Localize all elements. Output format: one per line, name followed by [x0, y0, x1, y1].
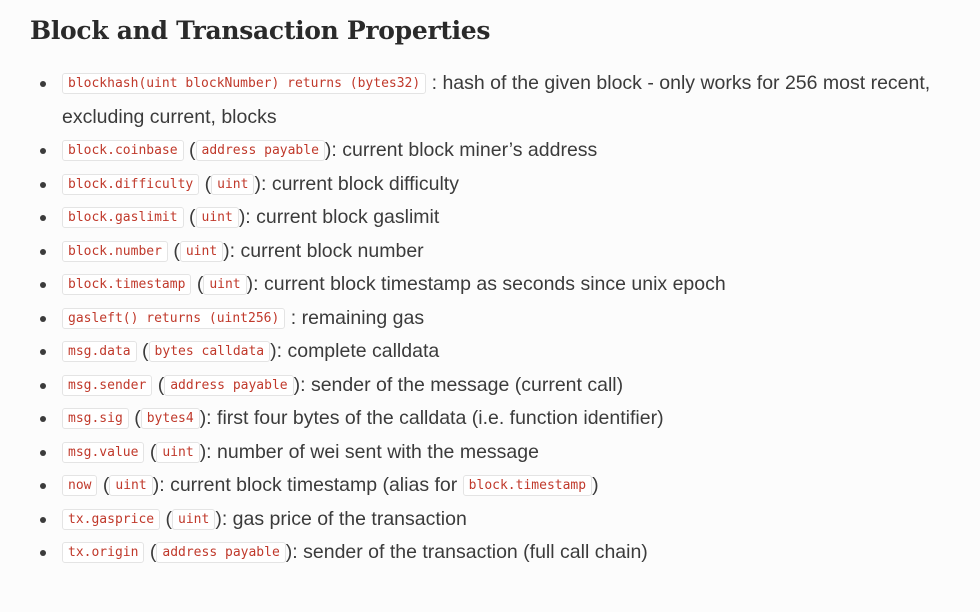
type-badge: address payable [164, 374, 294, 396]
list-item: msg.data (bytes calldata): complete call… [30, 335, 960, 369]
type-badge: uint [109, 475, 153, 496]
item-description: current block difficulty [271, 172, 459, 195]
type-badge: uint [172, 508, 216, 530]
type-badge: uint [179, 240, 224, 262]
code-block-timestamp-ref: block.timestamp [462, 475, 593, 496]
type-badge: uint [156, 441, 200, 463]
item-description: current block number [240, 239, 424, 262]
type-badge: uint [203, 274, 247, 295]
item-description: current block timestamp as seconds since… [263, 273, 726, 295]
list-item: msg.sender (address payable): sender of … [30, 369, 960, 403]
code-block-gaslimit: block.gaslimit [62, 207, 184, 228]
item-description: complete calldata [287, 340, 440, 362]
list-item: block.timestamp (uint): current block ti… [30, 268, 960, 302]
code-block-coinbase: block.coinbase [62, 140, 184, 161]
type-badge: address payable [156, 542, 286, 563]
list-item: block.number (uint): current block numbe… [30, 235, 960, 269]
item-description: gas price of the transaction [232, 507, 467, 530]
document-section: Block and Transaction Properties blockha… [0, 0, 980, 612]
type-badge: address payable [195, 140, 325, 161]
item-description: sender of the transaction (full call cha… [303, 541, 648, 563]
section-title: Block and Transaction Properties [30, 16, 491, 45]
item-description: current block timestamp (alias for [170, 474, 458, 496]
code-msg-data: msg.data [62, 341, 137, 362]
code-block-timestamp: block.timestamp [62, 274, 192, 295]
code-tx-origin: tx.origin [62, 542, 145, 563]
item-description: current block gaslimit [256, 206, 440, 228]
item-description: number of wei sent with the message [217, 440, 539, 463]
type-badge: bytes4 [140, 408, 200, 429]
list-item: gasleft() returns (uint256) : remaining … [30, 302, 960, 336]
list-item: tx.origin (address payable): sender of t… [30, 536, 960, 570]
code-tx-gasprice: tx.gasprice [62, 508, 161, 530]
list-item: block.difficulty (uint): current block d… [30, 168, 960, 202]
list-item: block.coinbase (address payable): curren… [30, 134, 960, 168]
list-item: tx.gasprice (uint): gas price of the tra… [30, 503, 960, 537]
closing-paren: ) [592, 474, 599, 496]
type-badge: uint [195, 207, 239, 228]
code-blockhash: blockhash(uint blockNumber) returns (byt… [62, 73, 427, 94]
list-item: blockhash(uint blockNumber) returns (byt… [30, 67, 960, 134]
list-item: now (uint): current block timestamp (ali… [30, 469, 960, 503]
code-msg-value: msg.value [62, 441, 145, 463]
properties-list: blockhash(uint blockNumber) returns (byt… [30, 67, 960, 570]
code-msg-sender: msg.sender [62, 374, 153, 396]
list-item: msg.sig (bytes4): first four bytes of th… [30, 402, 960, 436]
list-item: block.gaslimit (uint): current block gas… [30, 201, 960, 235]
code-gasleft: gasleft() returns (uint256) [62, 307, 286, 329]
code-block-number: block.number [62, 240, 168, 262]
item-description: current block miner’s address [342, 139, 598, 161]
item-description: first four bytes of the calldata (i.e. f… [217, 407, 664, 429]
code-msg-sig: msg.sig [62, 408, 129, 429]
type-badge: uint [211, 173, 255, 195]
item-description: : remaining gas [290, 306, 425, 329]
list-item: msg.value (uint): number of wei sent wit… [30, 436, 960, 470]
type-badge: bytes calldata [148, 341, 271, 362]
code-block-difficulty: block.difficulty [62, 173, 200, 195]
item-description: sender of the message (current call) [310, 373, 624, 396]
code-now: now [62, 475, 98, 496]
